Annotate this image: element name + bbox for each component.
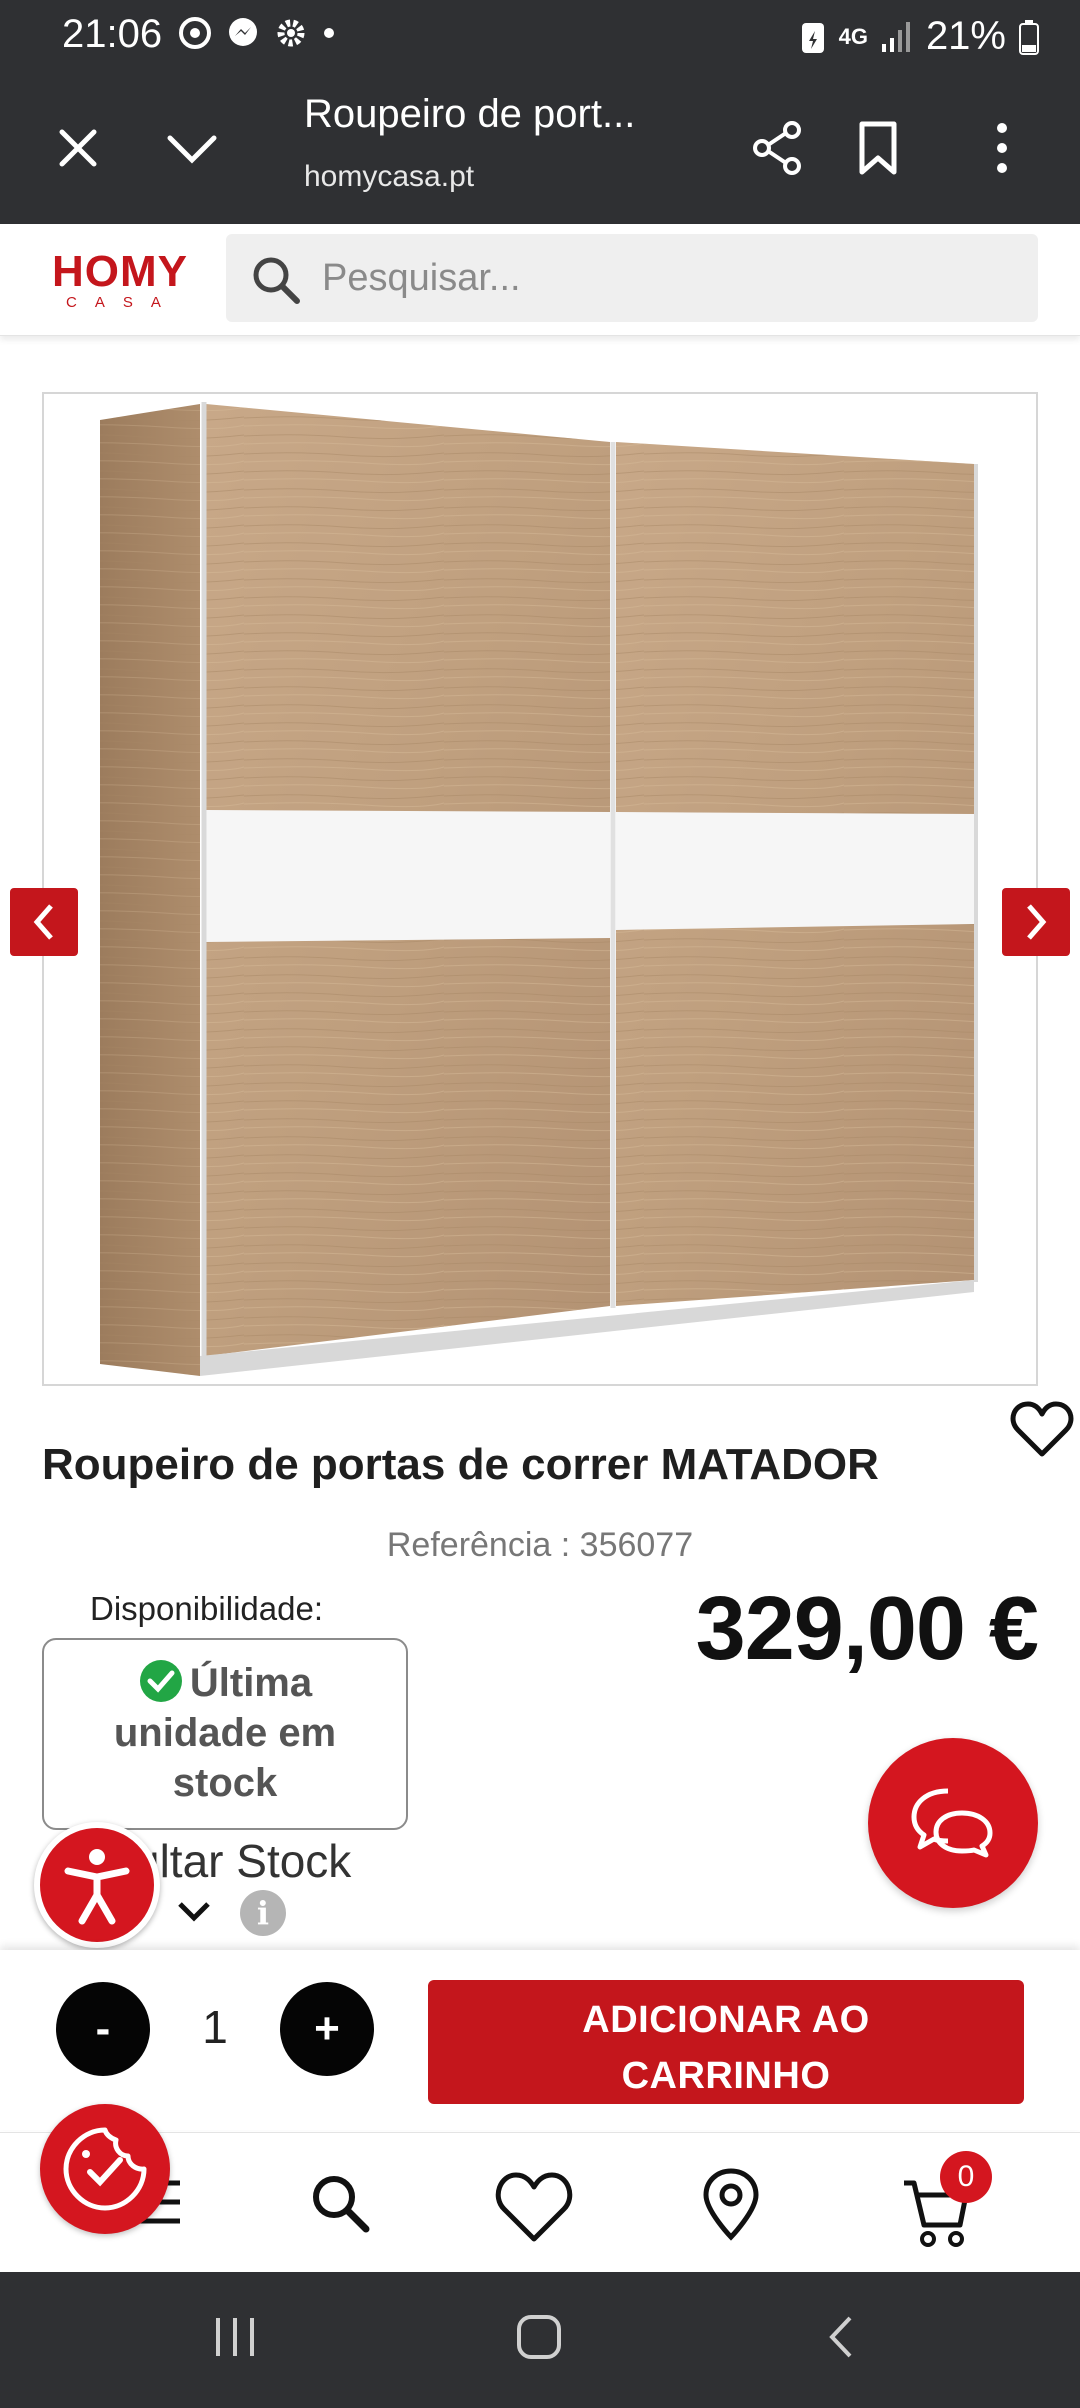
cookie-icon <box>63 2127 147 2211</box>
product-price: 329,00 € <box>695 1579 1039 1679</box>
quantity-value[interactable]: 1 <box>180 2000 250 2054</box>
chevron-down-icon <box>167 135 217 164</box>
dot-icon <box>324 28 334 38</box>
back-button[interactable] <box>822 2312 858 2367</box>
messenger-icon <box>229 18 257 46</box>
page-url: homycasa.pt <box>304 160 475 193</box>
add-to-cart-line1: ADICIONAR AO <box>582 1999 870 2041</box>
settings-gear-icon <box>277 19 305 47</box>
accessibility-button[interactable] <box>34 1822 160 1948</box>
search-icon <box>313 2176 370 2233</box>
homy-logo[interactable]: HOMY CASA <box>52 247 188 312</box>
recents-button[interactable] <box>212 2312 258 2367</box>
availability-label: Disponibilidade: <box>90 1590 323 1627</box>
battery-saver-icon <box>801 22 824 53</box>
stock-line-1: Última <box>44 1658 406 1708</box>
chevron-left-icon <box>33 904 53 940</box>
prev-image-button[interactable] <box>10 888 78 956</box>
quantity-increase-button[interactable]: + <box>280 1982 374 2076</box>
quantity-decrease-button[interactable]: - <box>56 1982 150 2076</box>
wishlist-button[interactable] <box>1010 1400 1074 1463</box>
consult-stock-toggle[interactable] <box>176 1900 212 1929</box>
logo-sub: CASA <box>66 294 179 311</box>
info-icon[interactable]: i <box>240 1890 286 1936</box>
add-to-cart-line2: CARRINHO <box>621 2055 831 2097</box>
minimize-button[interactable] <box>152 108 232 188</box>
bookmark-icon <box>859 121 897 175</box>
recents-icon <box>216 2318 254 2356</box>
stock-text-1: Última <box>189 1661 313 1705</box>
share-button[interactable] <box>738 108 818 188</box>
cart-count-badge: 0 <box>940 2151 992 2203</box>
add-to-cart-bar: - 1 + ADICIONAR AO CARRINHO <box>0 1950 1080 2130</box>
network-type: 4G <box>838 23 868 49</box>
status-bar: 21:06 4G 21% <box>0 0 1080 72</box>
consult-stock-link[interactable]: ultar Stock <box>134 1834 351 1888</box>
chat-bubbles-icon <box>911 1788 993 1858</box>
home-icon <box>517 2315 561 2359</box>
stock-status-box: Última unidade em stock <box>42 1638 408 1830</box>
bookmark-button[interactable] <box>838 108 918 188</box>
site-header: HOMY CASA <box>0 224 1080 336</box>
notification-icons <box>178 16 336 50</box>
location-pin-icon <box>703 2168 759 2241</box>
search-input[interactable] <box>322 248 1002 308</box>
share-icon <box>753 121 801 175</box>
chevron-down-icon <box>178 1902 210 1922</box>
more-options-button[interactable] <box>962 108 1042 188</box>
check-circle-icon <box>139 1660 182 1702</box>
heart-icon <box>495 2172 573 2242</box>
system-icons: 4G 21% <box>799 14 1040 59</box>
browser-chrome: 21:06 4G 21% Roupeiro de port... homycas… <box>0 0 1080 224</box>
chat-button[interactable] <box>868 1738 1038 1908</box>
close-tab-button[interactable] <box>38 108 118 188</box>
add-to-cart-button[interactable]: ADICIONAR AO CARRINHO <box>428 1980 1024 2104</box>
battery-percent: 21% <box>925 14 1006 58</box>
accessibility-icon <box>64 1849 130 1925</box>
stock-line-2: unidade em <box>113 1711 337 1755</box>
system-navigation-bar <box>0 2272 1080 2408</box>
nav-search[interactable] <box>308 2171 372 2240</box>
back-icon <box>829 2316 852 2358</box>
chevron-right-icon <box>1027 904 1047 940</box>
close-icon <box>59 129 97 167</box>
chrome-icon <box>179 17 211 49</box>
battery-icon <box>1019 19 1039 55</box>
heart-icon <box>1010 1401 1074 1457</box>
wardrobe-image <box>100 402 978 1376</box>
home-button[interactable] <box>514 2312 564 2367</box>
browser-toolbar: Roupeiro de port... homycasa.pt <box>0 72 1080 224</box>
product-reference: Referência : 356077 <box>0 1526 1080 1565</box>
product-name: Roupeiro de portas de correr MATADOR <box>42 1440 879 1489</box>
more-vert-icon <box>997 123 1007 173</box>
page-title: Roupeiro de port... <box>304 92 636 136</box>
next-image-button[interactable] <box>1002 888 1070 956</box>
product-image-gallery[interactable] <box>42 392 1038 1386</box>
signal-icon <box>881 21 910 52</box>
logo-main: HOMY <box>52 247 188 296</box>
cookie-settings-button[interactable] <box>40 2104 170 2234</box>
nav-stores[interactable] <box>700 2167 762 2246</box>
search-icon <box>253 257 300 304</box>
nav-wishlist[interactable] <box>494 2171 574 2248</box>
reference-label: Referência : <box>386 1526 571 1564</box>
status-time: 21:06 <box>62 12 163 56</box>
search-bar[interactable] <box>226 234 1038 322</box>
reference-value: 356077 <box>579 1526 694 1564</box>
stock-line-3: stock <box>172 1761 278 1805</box>
